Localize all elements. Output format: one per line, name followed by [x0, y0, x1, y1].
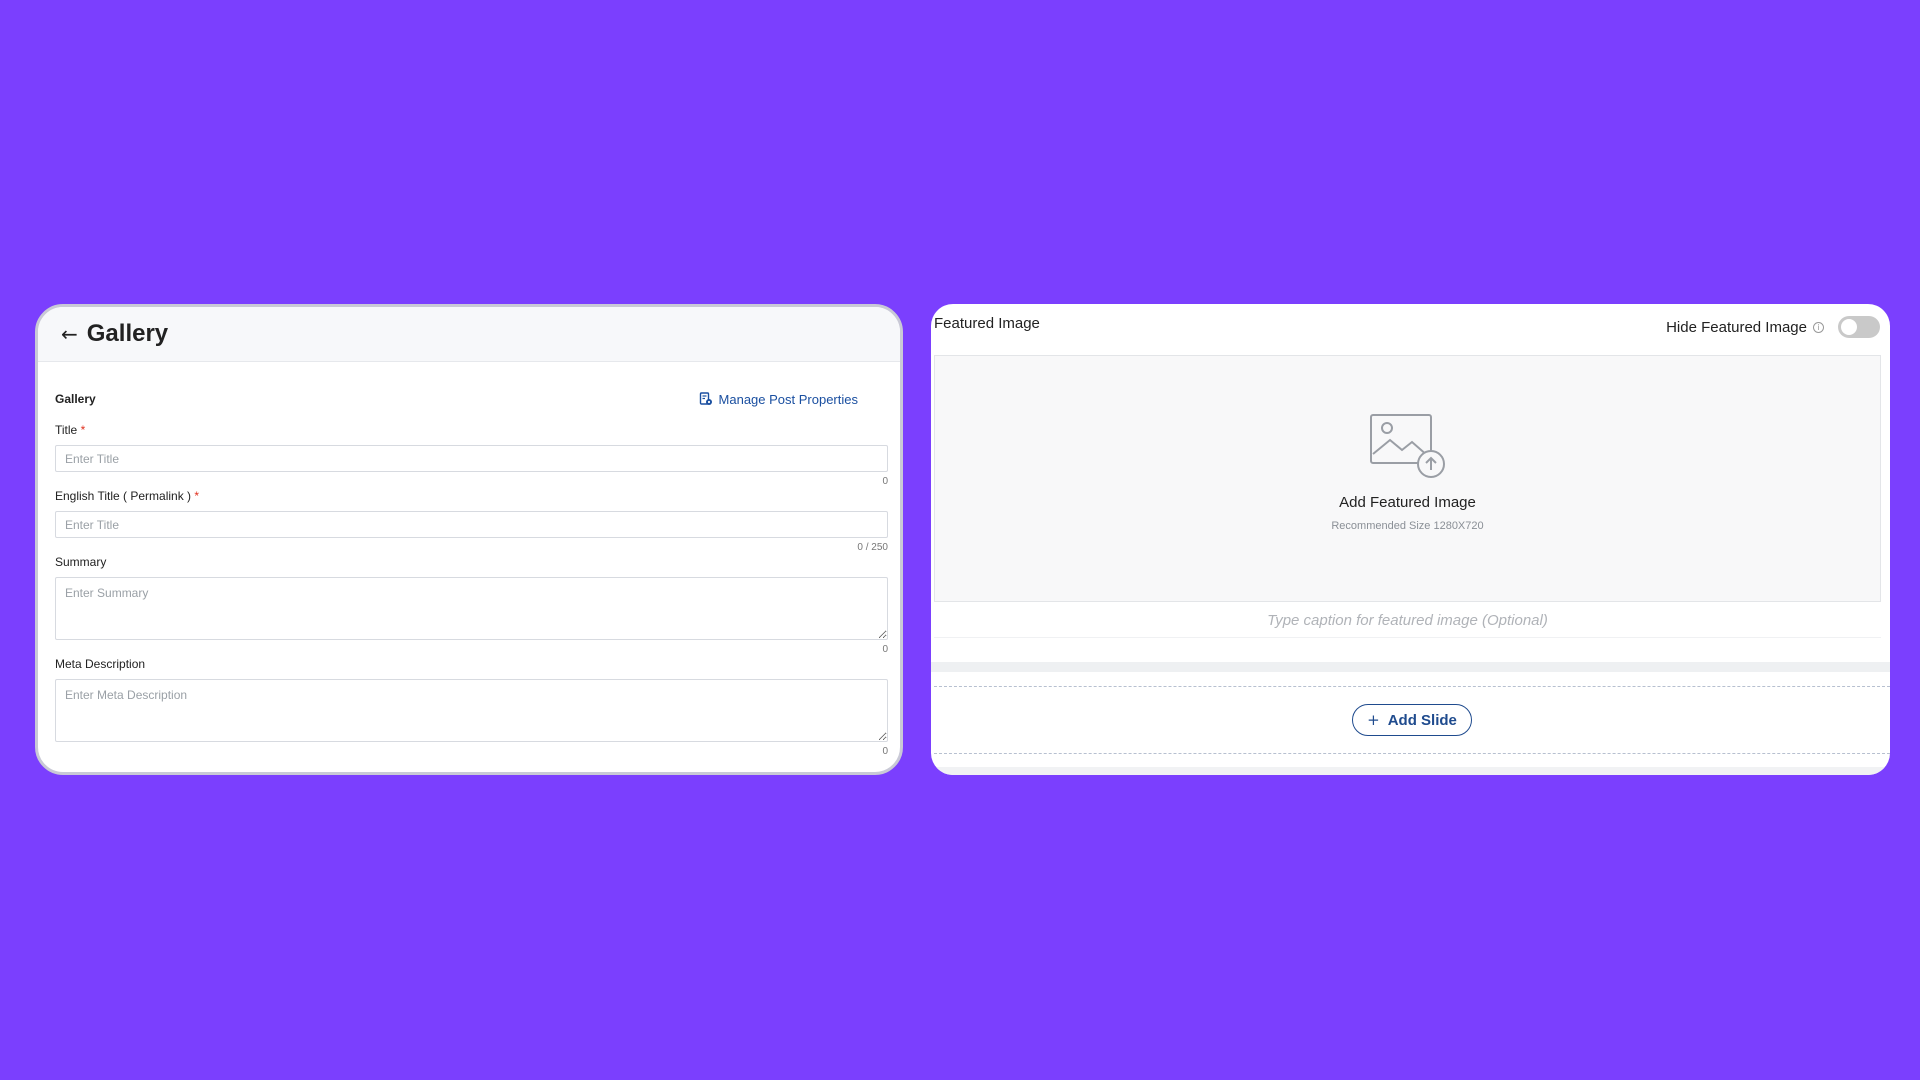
manage-post-properties-label: Manage Post Properties	[718, 391, 858, 407]
summary-input[interactable]	[55, 577, 888, 640]
english-title-label: English Title ( Permalink ) *	[55, 489, 884, 503]
image-upload-icon	[1369, 414, 1445, 478]
english-title-label-text: English Title ( Permalink )	[55, 489, 192, 503]
title-label: Title *	[55, 423, 884, 437]
bottom-divider	[931, 767, 1890, 775]
english-title-counter: 0 / 250	[857, 542, 888, 553]
add-slide-label: Add Slide	[1387, 711, 1457, 729]
gallery-form-card: ← Gallery Gallery Manage Post Properties…	[35, 304, 903, 775]
english-title-input[interactable]	[55, 511, 888, 538]
info-icon[interactable]: i	[1813, 321, 1824, 333]
page-header: ← Gallery	[38, 307, 900, 362]
recommended-size-hint: Recommended Size 1280X720	[1331, 520, 1484, 532]
plus-icon: +	[1367, 711, 1380, 729]
title-counter: 0	[882, 476, 888, 487]
page-title: Gallery	[86, 320, 169, 347]
title-label-text: Title	[55, 423, 78, 437]
add-featured-image-label: Add Featured Image	[1339, 494, 1476, 511]
add-slide-zone: + Add Slide	[934, 686, 1890, 754]
required-mark: *	[80, 423, 86, 437]
featured-image-card: Featured Image Hide Featured Image i Add…	[931, 304, 1890, 775]
summary-counter: 0	[882, 644, 888, 655]
document-gear-icon	[699, 392, 712, 405]
meta-description-counter: 0	[882, 746, 888, 757]
meta-description-label: Meta Description	[55, 657, 146, 671]
hide-featured-image-toggle[interactable]	[1838, 316, 1880, 338]
title-input[interactable]	[55, 445, 888, 472]
section-header: Gallery Manage Post Properties	[55, 391, 884, 407]
add-slide-button[interactable]: + Add Slide	[1352, 704, 1472, 736]
summary-label: Summary	[55, 555, 107, 569]
manage-post-properties-link[interactable]: Manage Post Properties	[699, 392, 858, 407]
meta-description-input[interactable]	[55, 679, 888, 742]
gallery-form: Gallery Manage Post Properties Title * 0…	[38, 391, 900, 757]
arrow-left-icon[interactable]: ←	[61, 324, 78, 344]
featured-image-upload-area[interactable]: Add Featured Image Recommended Size 1280…	[934, 355, 1881, 602]
section-label: Gallery	[55, 392, 96, 406]
featured-image-title: Featured Image	[934, 315, 1040, 332]
section-divider	[931, 662, 1890, 672]
hide-featured-image-control: Hide Featured Image i	[1666, 316, 1880, 338]
toggle-knob	[1841, 319, 1857, 335]
featured-image-caption-input[interactable]	[934, 604, 1881, 638]
hide-featured-image-label: Hide Featured Image	[1666, 318, 1807, 336]
required-mark: *	[194, 489, 200, 503]
